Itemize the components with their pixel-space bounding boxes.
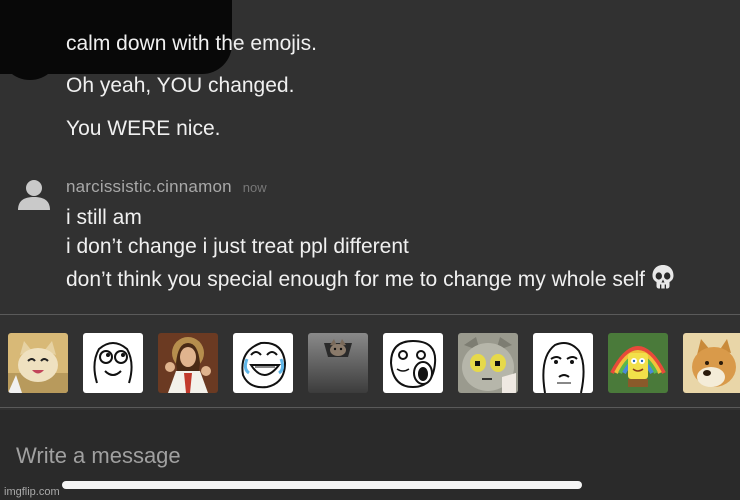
watermark: imgflip.com xyxy=(4,486,60,498)
message-text: i still am xyxy=(66,206,142,229)
tears-of-joy-rage-face-sticker[interactable] xyxy=(233,333,293,393)
message-text: don’t think you special enough for me to… xyxy=(66,268,646,291)
imagination-spongebob-sticker[interactable] xyxy=(608,333,668,393)
happy-cat-sticker[interactable] xyxy=(8,333,68,393)
message-header: narcissistic.cinnamon now xyxy=(66,177,267,197)
doge-sticker[interactable] xyxy=(683,333,740,393)
ceiling-cat-sticker[interactable] xyxy=(308,333,368,393)
message-text: You WERE nice. xyxy=(66,117,221,140)
message-text: i don’t change i just treat ppl differen… xyxy=(66,235,409,258)
home-indicator[interactable] xyxy=(62,481,582,489)
lol-face-sticker[interactable] xyxy=(383,333,443,393)
buddy-christ-sticker[interactable] xyxy=(158,333,218,393)
skull-icon xyxy=(651,264,675,296)
divider xyxy=(0,407,740,408)
message-input[interactable]: Write a message xyxy=(16,443,181,469)
message-text: calm down with the emojis. xyxy=(66,32,317,55)
avatar-icon[interactable] xyxy=(16,176,52,212)
rage-face-sticker[interactable] xyxy=(83,333,143,393)
sticker-tray xyxy=(0,331,740,395)
message-line: don’t think you special enough for me to… xyxy=(66,264,675,296)
unsettled-tom-sticker[interactable] xyxy=(458,333,518,393)
timestamp: now xyxy=(242,180,267,195)
author-name[interactable]: narcissistic.cinnamon xyxy=(66,177,232,196)
divider xyxy=(0,314,740,315)
message-text: Oh yeah, YOU changed. xyxy=(66,74,295,97)
okay-guy-sticker[interactable] xyxy=(533,333,593,393)
